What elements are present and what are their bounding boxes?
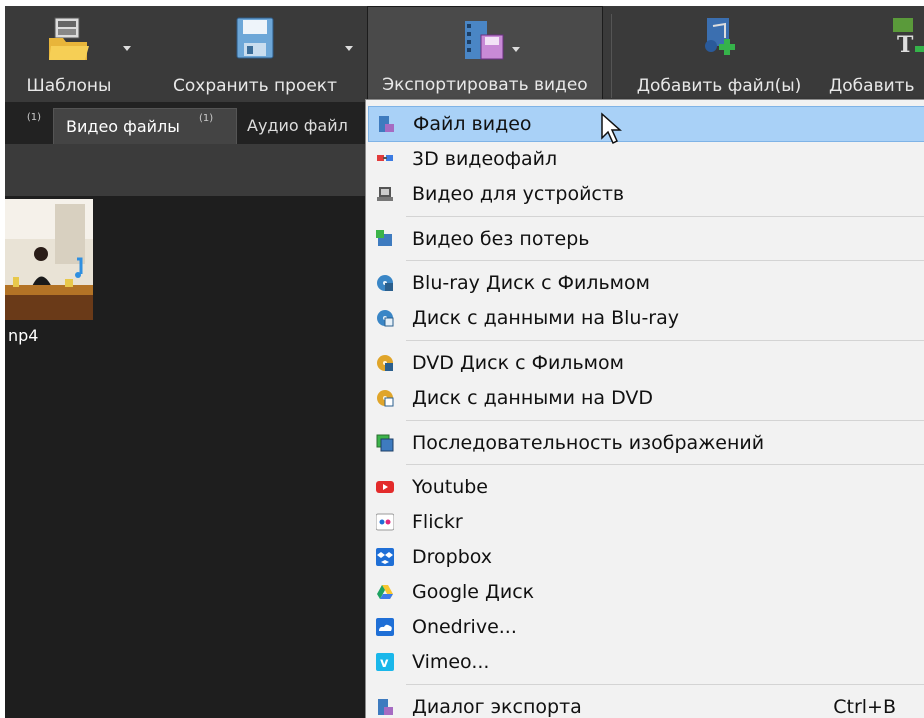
- export-video-label: Экспортировать видео: [382, 75, 588, 95]
- bluray-disc-icon: [377, 275, 393, 291]
- menu-separator: [406, 340, 924, 341]
- tab-video-count: (1): [199, 113, 214, 124]
- film-file-icon: [379, 116, 394, 132]
- menu-item-vimeo[interactable]: v Vimeo...: [368, 645, 924, 679]
- video-preview-image: [5, 199, 93, 320]
- save-project-label: Сохранить проект: [173, 76, 337, 96]
- menu-item-onedrive[interactable]: Onedrive...: [368, 610, 924, 644]
- tab-audio-files[interactable]: Аудио файл: [247, 108, 372, 144]
- video-thumbnail[interactable]: [5, 199, 93, 320]
- export-video-button[interactable]: Экспортировать видео: [367, 6, 603, 102]
- menu-item-label: DVD Диск с Фильмом: [412, 352, 624, 374]
- menu-item-lossless[interactable]: Видео без потерь: [368, 222, 924, 256]
- svg-text:T: T: [897, 32, 914, 58]
- export-dialog-icon: [378, 699, 393, 715]
- app-window: Шаблоны Сохранить проект Экспортировать …: [0, 0, 924, 718]
- dvd-data-icon: [377, 390, 394, 407]
- menu-item-devices[interactable]: Видео для устройств: [368, 177, 924, 211]
- media-tabs: (1) Видео файлы (1) Аудио файл: [5, 102, 368, 144]
- image-sequence-icon: [376, 434, 394, 452]
- export-video-icon: [465, 21, 504, 60]
- window-border-top: [0, 0, 924, 6]
- menu-separator: [406, 216, 924, 217]
- save-disk-icon: [236, 17, 274, 59]
- templates-label: Шаблоны: [26, 76, 112, 96]
- menu-item-dvd-movie[interactable]: DVD Диск с Фильмом: [368, 346, 924, 380]
- menu-item-label: Vimeo...: [412, 651, 490, 673]
- add-media-file-icon: [705, 18, 735, 55]
- lossless-icon: [376, 230, 392, 246]
- menu-item-video-file[interactable]: Файл видео: [368, 106, 924, 142]
- menu-item-label: Google Диск: [412, 581, 535, 603]
- menu-separator: [406, 684, 924, 685]
- window-border-left: [0, 0, 5, 718]
- google-drive-icon: [377, 585, 393, 599]
- menu-item-label: Flickr: [412, 511, 463, 533]
- bluray-data-icon: [377, 310, 394, 327]
- add-text-button[interactable]: T Добавить: [823, 6, 924, 102]
- menu-item-bluray-data[interactable]: Диск с данными на Blu-ray: [368, 301, 924, 335]
- panel-toolbar-strip: [5, 144, 368, 196]
- menu-separator: [406, 260, 924, 261]
- menu-item-label: Последовательность изображений: [412, 432, 765, 454]
- menu-item-label: Blu-ray Диск с Фильмом: [412, 272, 650, 294]
- add-text-label: Добавить: [829, 76, 915, 96]
- menu-item-flickr[interactable]: Flickr: [368, 505, 924, 539]
- export-video-menu: Файл видео 3D видеофайл Видео для устрой…: [365, 99, 924, 718]
- vimeo-icon: v: [376, 653, 394, 671]
- toolbar-separator: [611, 14, 612, 98]
- menu-item-3d-video[interactable]: 3D видеофайл: [368, 142, 924, 176]
- menu-item-label: Видео для устройств: [412, 183, 625, 205]
- youtube-icon: [376, 481, 394, 493]
- menu-separator: [406, 420, 924, 421]
- 3d-glasses-icon: [377, 155, 393, 161]
- tab-video-label: Видео файлы: [66, 117, 180, 136]
- tab-previous-count: (1): [26, 112, 42, 123]
- dvd-disc-icon: [377, 355, 393, 371]
- save-project-button[interactable]: Сохранить проект: [145, 6, 365, 102]
- menu-item-label: Диск с данными на DVD: [412, 387, 654, 409]
- main-toolbar: Шаблоны Сохранить проект Экспортировать …: [5, 6, 924, 102]
- menu-item-label: Диалог экспорта: [412, 696, 582, 718]
- devices-icon: [377, 187, 393, 201]
- menu-item-dvd-data[interactable]: Диск с данными на DVD: [368, 381, 924, 415]
- dropbox-icon: [376, 548, 394, 566]
- mouse-cursor-icon: [601, 112, 622, 145]
- add-text-icon: T: [893, 18, 924, 58]
- menu-separator: [406, 464, 924, 465]
- menu-item-export-dialog[interactable]: Диалог экспорта Ctrl+B: [368, 690, 924, 718]
- svg-text:v: v: [380, 656, 389, 671]
- menu-item-google-drive[interactable]: Google Диск: [368, 575, 924, 609]
- export-dropdown-arrow[interactable]: [512, 47, 520, 52]
- templates-button[interactable]: Шаблоны: [5, 6, 133, 102]
- menu-item-youtube[interactable]: Youtube: [368, 470, 924, 504]
- menu-item-shortcut: Ctrl+B: [833, 696, 896, 718]
- save-dropdown-arrow[interactable]: [345, 46, 353, 51]
- menu-item-bluray-movie[interactable]: Blu-ray Диск с Фильмом: [368, 266, 924, 300]
- templates-dropdown-arrow[interactable]: [123, 46, 131, 51]
- add-files-label: Добавить файл(ы): [636, 76, 802, 96]
- menu-item-label: Диск с данными на Blu-ray: [412, 307, 680, 329]
- templates-folder-icon: [49, 17, 89, 60]
- menu-item-dropbox[interactable]: Dropbox: [368, 540, 924, 574]
- add-files-button[interactable]: Добавить файл(ы): [623, 6, 815, 102]
- onedrive-icon: [376, 618, 394, 636]
- tab-video-files[interactable]: Видео файлы (1): [53, 108, 237, 144]
- menu-item-label: Файл видео: [413, 113, 532, 135]
- menu-item-label: Onedrive...: [412, 616, 517, 638]
- tab-previous[interactable]: (1): [11, 108, 57, 144]
- menu-item-label: Dropbox: [412, 546, 493, 568]
- flickr-icon: [376, 513, 394, 531]
- menu-item-label: Youtube: [412, 476, 488, 498]
- menu-item-label: 3D видеофайл: [412, 148, 558, 170]
- menu-item-label: Видео без потерь: [412, 228, 590, 250]
- tab-audio-label: Аудио файл: [247, 116, 348, 135]
- video-filename[interactable]: np4: [8, 326, 38, 345]
- menu-item-image-sequence[interactable]: Последовательность изображений: [368, 426, 924, 460]
